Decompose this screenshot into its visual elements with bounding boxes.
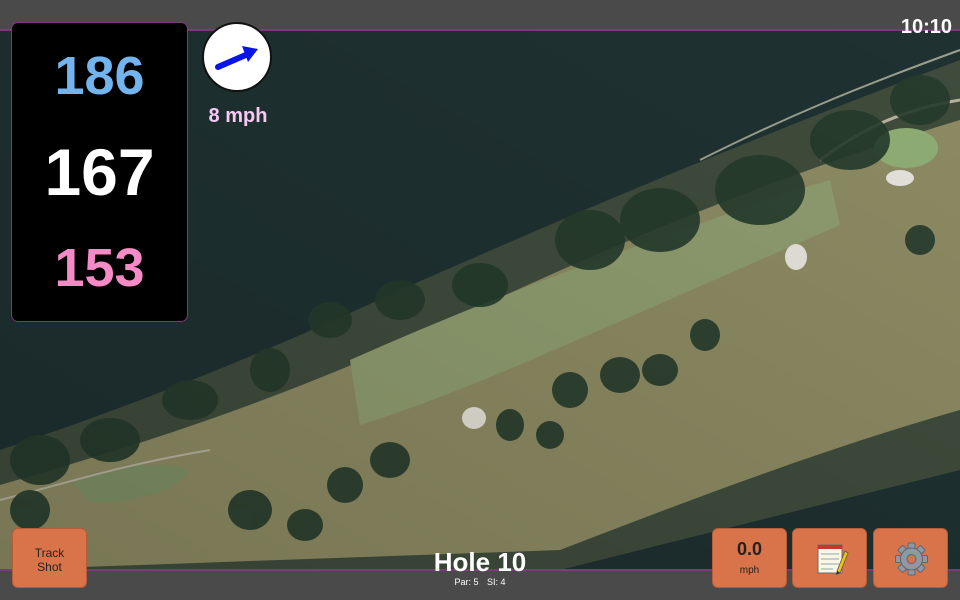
golf-gps-screen: 10:10 186 167 153 8 mph Track Shot Hole …: [0, 0, 960, 600]
arrow-right-up-icon: [215, 46, 258, 70]
speed-value: 0.0: [736, 539, 763, 559]
distance-center: 167: [44, 135, 155, 209]
track-shot-label-line1: Track: [34, 546, 65, 560]
settings-button[interactable]: [873, 528, 948, 588]
notes-button[interactable]: [792, 528, 867, 588]
status-clock: 10:10: [900, 16, 952, 38]
notepad-icon: [817, 544, 849, 575]
track-shot-label-line2: Shot: [37, 560, 62, 574]
hole-stroke-index: SI: 4: [487, 577, 506, 587]
distance-front: 153: [54, 238, 145, 298]
wind-indicator: [202, 22, 272, 92]
gear-icon: [895, 542, 928, 576]
hole-par: Par: 5: [454, 577, 479, 587]
hole-info: Par: 5 SI: 4: [380, 577, 580, 587]
distance-back: 186: [54, 46, 145, 106]
distance-panel: 186 167 153: [11, 22, 188, 322]
speed-unit: mph: [739, 565, 760, 576]
track-shot-button[interactable]: Track Shot: [12, 528, 87, 588]
hole-title: Hole 10: [433, 547, 527, 577]
speed-button[interactable]: 0.0 mph: [712, 528, 787, 588]
wind-speed-label: 8 mph: [208, 105, 268, 127]
